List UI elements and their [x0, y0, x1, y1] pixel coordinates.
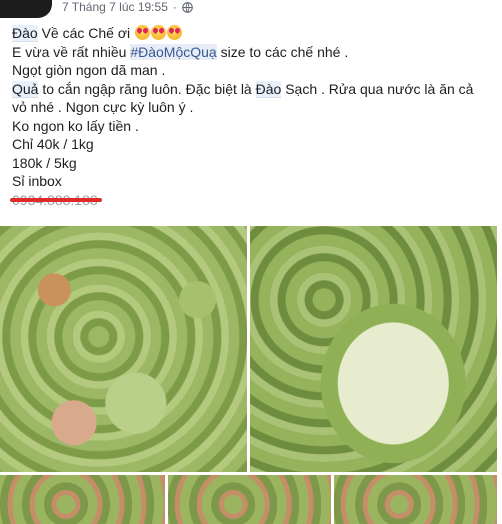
photo-peaches-hand[interactable] [0, 226, 247, 472]
post-line-9: Sỉ inbox [12, 173, 62, 189]
author-avatar[interactable] [0, 0, 52, 18]
photo-peaches-3[interactable] [0, 475, 165, 524]
post-line-8: 180k / 5kg [12, 154, 77, 171]
post-line-2: E vừa về rất nhiều #ĐàoMộcQuạ size to cá… [12, 43, 349, 60]
post-line-7: Chỉ 40k / 1kg [12, 136, 94, 152]
heart-eyes-emoji-icon [135, 25, 151, 40]
keyword-dao[interactable]: Đào [255, 80, 282, 98]
globe-icon[interactable] [182, 1, 193, 13]
redacted-phone-number: 0934.888.188 [10, 191, 102, 208]
photo-peaches-4[interactable] [168, 475, 331, 524]
post-line-3: Ngọt giòn ngon dã man . [12, 62, 166, 78]
post-line-10: 0934.888.188 [10, 191, 492, 210]
post-body: Đào Về các Chế ơi E vừa về rất nhiều #Đà… [10, 24, 492, 210]
hashtag-link[interactable]: #ĐàoMộcQuạ [130, 43, 217, 60]
photo-peaches-5[interactable] [334, 475, 497, 524]
post-line-1: Đào Về các Chế ơi [12, 24, 492, 43]
keyword-qua[interactable]: Quả [12, 80, 39, 98]
heart-eyes-emoji-icon [151, 25, 167, 40]
post-line-5: vỏ nhé . Ngon cực kỳ luôn ý . [12, 99, 194, 115]
meta-separator: · [172, 0, 177, 14]
keyword-dao[interactable]: Đào [12, 25, 38, 42]
photo-peach-cut[interactable] [250, 226, 497, 472]
post-timestamp[interactable]: 7 Tháng 7 lúc 19:55 [62, 0, 168, 14]
heart-eyes-emoji-icon [167, 25, 183, 40]
post-meta: 7 Tháng 7 lúc 19:55 · [62, 0, 193, 14]
post-line-4: Quả to cắn ngập răng luôn. Đặc biệt là Đ… [12, 80, 474, 98]
post-line-6: Ko ngon ko lấy tiền . [12, 117, 139, 134]
